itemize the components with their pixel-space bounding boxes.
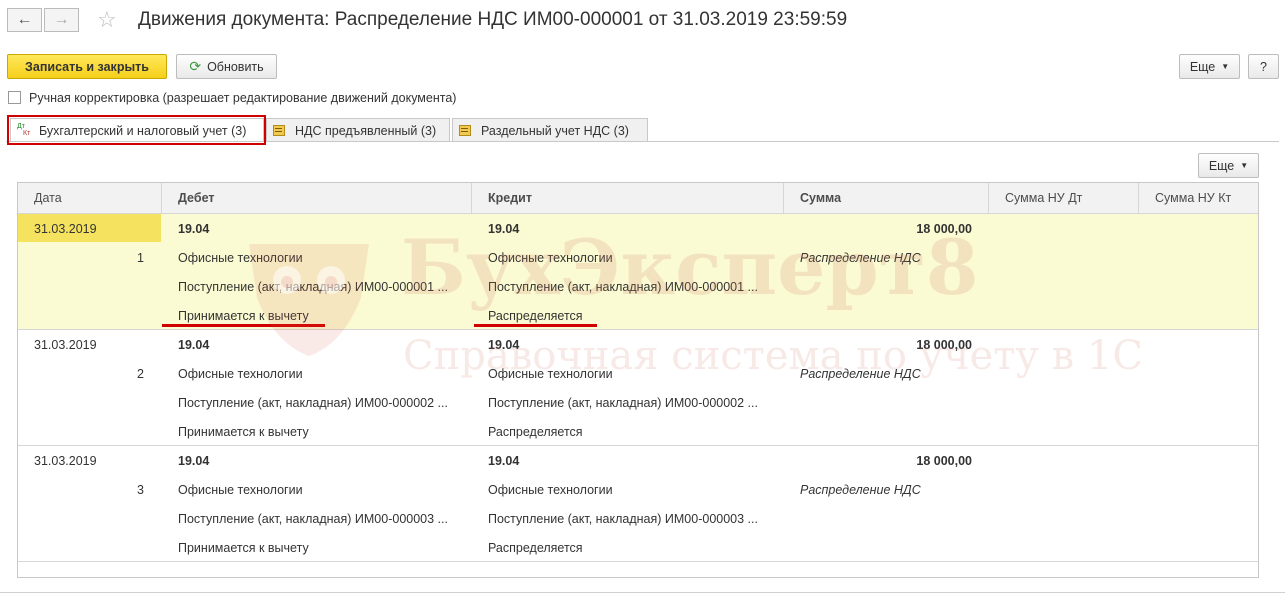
tab-vat-presented[interactable]: НДС предъявленный (3) <box>266 118 450 142</box>
col-header-tax-amount-dt[interactable]: Сумма НУ Дт <box>989 183 1139 214</box>
more-label: Еще <box>1189 59 1216 74</box>
watermark-tagline: Справочная система по учету в 1С <box>403 333 1143 379</box>
row-date: 31.03.2019 <box>34 338 97 352</box>
col-header-date[interactable]: Дата <box>18 183 162 214</box>
register-icon <box>459 124 473 137</box>
refresh-label: Обновить <box>207 59 264 74</box>
debit-subconto-2: Поступление (акт, накладная) ИМ00-000002… <box>178 396 448 410</box>
credit-subconto-3: Распределяется <box>488 541 583 555</box>
favorite-star-icon[interactable]: ☆ <box>97 7 117 33</box>
arrow-left-icon: ← <box>16 11 33 28</box>
col-header-amount[interactable]: Сумма <box>784 183 989 214</box>
forward-button[interactable]: → <box>44 8 79 32</box>
more-button[interactable]: Еще ▼ <box>1179 54 1240 79</box>
row-number: 1 <box>137 251 144 265</box>
tab-vat-presented-label: НДС предъявленный (3) <box>295 123 437 138</box>
dropdown-arrow-icon: ▼ <box>1240 161 1249 170</box>
arrow-right-icon: → <box>53 11 70 28</box>
table-more-label: Еще <box>1208 158 1235 173</box>
col-divider <box>783 183 784 214</box>
page-title: Движения документа: Распределение НДС ИМ… <box>138 9 848 30</box>
refresh-button[interactable]: ⟳ Обновить <box>176 54 277 79</box>
row-number: 2 <box>137 367 144 381</box>
credit-subconto-3: Распределяется <box>488 425 583 439</box>
col-divider <box>161 183 162 214</box>
debit-account: 19.04 <box>178 222 210 236</box>
col-divider <box>471 183 472 214</box>
save-and-close-button[interactable]: Записать и закрыть <box>7 54 167 79</box>
back-button[interactable]: ← <box>7 8 42 32</box>
debit-account: 19.04 <box>178 338 210 352</box>
manual-edit-checkbox[interactable] <box>8 91 21 104</box>
highlight-box-tab <box>7 115 266 145</box>
row-date: 31.03.2019 <box>34 454 97 468</box>
dropdown-arrow-icon: ▼ <box>1221 62 1230 71</box>
debit-subconto-1: Офисные технологии <box>178 367 303 381</box>
refresh-icon: ⟳ <box>189 58 202 74</box>
col-divider <box>1138 183 1139 214</box>
col-divider <box>988 183 989 214</box>
tab-separate-vat-label: Раздельный учет НДС (3) <box>481 123 629 138</box>
amount: 18 000,00 <box>916 454 972 468</box>
tab-separate-vat[interactable]: Раздельный учет НДС (3) <box>452 118 648 142</box>
col-header-debit[interactable]: Дебет <box>162 183 472 214</box>
credit-subconto-2: Поступление (акт, накладная) ИМ00-000003… <box>488 512 758 526</box>
credit-subconto-2: Поступление (акт, накладная) ИМ00-000002… <box>488 396 758 410</box>
manual-edit-label: Ручная корректировка (разрешает редактир… <box>29 91 457 105</box>
watermark-brand: БухЭксперт8 <box>401 223 979 312</box>
credit-subconto-1: Офисные технологии <box>488 483 613 497</box>
col-header-tax-amount-kt[interactable]: Сумма НУ Кт <box>1139 183 1258 214</box>
debit-subconto-3: Принимается к вычету <box>178 541 309 555</box>
register-icon <box>273 124 287 137</box>
row-number: 3 <box>137 483 144 497</box>
highlight-underline-credit <box>474 324 597 327</box>
credit-account: 19.04 <box>488 454 520 468</box>
debit-account: 19.04 <box>178 454 210 468</box>
entry-content: Распределение НДС <box>800 483 921 497</box>
table-row[interactable]: 31.03.2019 3 19.04 Офисные технологии По… <box>18 446 1258 562</box>
debit-subconto-1: Офисные технологии <box>178 483 303 497</box>
col-header-credit[interactable]: Кредит <box>472 183 784 214</box>
debit-subconto-3: Принимается к вычету <box>178 425 309 439</box>
bottom-border <box>0 592 1285 593</box>
row-date: 31.03.2019 <box>34 222 97 236</box>
debit-subconto-2: Поступление (акт, накладная) ИМ00-000003… <box>178 512 448 526</box>
watermark-logo-icon <box>243 238 375 365</box>
help-button[interactable]: ? <box>1248 54 1279 79</box>
table-more-button[interactable]: Еще ▼ <box>1198 153 1259 178</box>
